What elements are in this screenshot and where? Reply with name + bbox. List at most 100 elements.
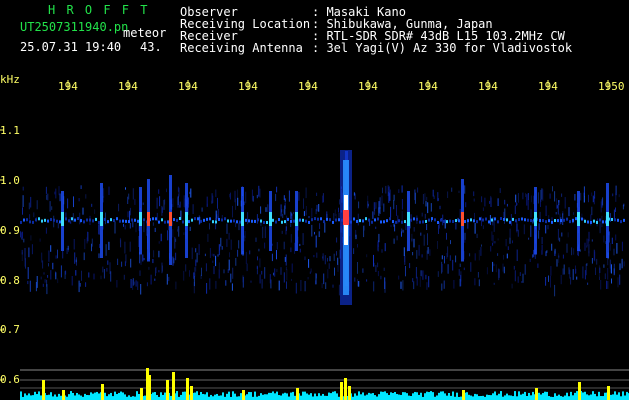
noise-speck: [524, 264, 526, 275]
carrier-trace: [602, 220, 604, 224]
carrier-trace: [329, 218, 331, 222]
level-baseline: [94, 392, 96, 400]
y-tick-label: 0.6: [0, 373, 20, 386]
noise-speck: [595, 267, 596, 275]
noise-speck: [379, 197, 381, 209]
carrier-trace: [563, 218, 565, 222]
noise-speck: [51, 206, 53, 210]
noise-speck: [164, 199, 166, 205]
noise-speck: [492, 234, 494, 244]
level-baseline: [40, 395, 42, 400]
noise-speck: [421, 254, 423, 258]
noise-speck: [282, 213, 284, 219]
level-baseline: [262, 394, 264, 400]
level-spike: [462, 390, 465, 400]
noise-speck: [528, 237, 530, 240]
carrier-trace: [128, 220, 130, 224]
noise-speck: [591, 258, 593, 264]
level-baseline: [586, 394, 588, 400]
level-baseline: [364, 395, 366, 400]
carrier-trace: [428, 218, 430, 222]
noise-speck: [158, 270, 160, 273]
noise-speck: [215, 189, 217, 197]
noise-speck: [537, 263, 539, 268]
level-baseline: [566, 392, 568, 400]
carrier-trace: [410, 218, 412, 222]
level-baseline: [564, 395, 566, 400]
noise-speck: [48, 250, 50, 262]
noise-speck: [389, 189, 391, 201]
noise-speck: [290, 234, 292, 243]
noise-speck: [573, 248, 575, 255]
noise-speck: [599, 276, 600, 280]
noise-speck: [300, 280, 302, 292]
noise-speck: [584, 188, 585, 196]
noise-speck: [108, 186, 110, 195]
noise-speck: [256, 266, 258, 275]
carrier-trace: [500, 217, 502, 221]
noise-speck: [286, 215, 288, 226]
noise-speck: [179, 201, 181, 208]
level-baseline: [624, 395, 626, 400]
noise-speck: [30, 235, 32, 241]
level-baseline: [198, 395, 200, 400]
noise-speck: [129, 223, 131, 229]
level-spike: [101, 384, 104, 400]
level-baseline: [362, 392, 364, 400]
level-baseline: [32, 395, 34, 400]
carrier-trace: [191, 218, 193, 222]
noise-speck: [571, 247, 573, 256]
noise-speck: [375, 265, 377, 272]
level-baseline: [600, 396, 602, 400]
noise-speck: [280, 267, 282, 275]
noise-speck: [283, 195, 285, 200]
level-baseline: [312, 396, 314, 400]
noise-speck: [274, 268, 276, 277]
carrier-trace: [131, 218, 133, 222]
noise-speck: [455, 255, 457, 263]
noise-speck: [600, 201, 602, 213]
noise-speck: [168, 276, 170, 282]
meteor-echo-core: [139, 212, 142, 226]
noise-speck: [373, 281, 375, 292]
noise-speck: [80, 185, 82, 189]
level-baseline: [372, 393, 374, 400]
noise-speck: [45, 227, 47, 234]
level-baseline: [320, 395, 322, 400]
noise-speck: [230, 273, 232, 283]
noise-speck: [215, 255, 217, 267]
level-baseline: [220, 395, 222, 400]
level-baseline: [394, 391, 396, 400]
level-baseline: [180, 394, 182, 400]
noise-speck: [551, 217, 553, 221]
level-spike: [296, 388, 299, 400]
noise-speck: [291, 263, 293, 273]
noise-speck: [401, 228, 403, 233]
carrier-trace: [107, 220, 109, 224]
carrier-trace: [26, 218, 28, 222]
carrier-trace: [116, 217, 118, 221]
noise-speck: [576, 276, 578, 280]
noise-speck: [225, 280, 227, 286]
level-baseline: [430, 391, 432, 400]
noise-speck: [424, 213, 426, 219]
carrier-trace: [359, 219, 361, 223]
level-baseline: [98, 393, 100, 400]
noise-speck: [319, 223, 321, 229]
level-baseline: [38, 391, 40, 400]
level-baseline: [508, 395, 510, 400]
noise-speck: [229, 194, 231, 198]
level-baseline: [272, 391, 274, 400]
noise-speck: [381, 195, 383, 206]
level-spike: [535, 388, 538, 400]
noise-speck: [591, 239, 593, 242]
carrier-trace: [143, 218, 145, 222]
noise-speck: [497, 253, 499, 256]
level-baseline: [92, 393, 94, 400]
noise-speck: [110, 271, 112, 282]
level-baseline: [274, 393, 276, 400]
x-tick-label: 194: [358, 80, 378, 93]
noise-speck: [22, 186, 24, 191]
noise-speck: [175, 281, 177, 290]
level-baseline: [482, 395, 484, 400]
